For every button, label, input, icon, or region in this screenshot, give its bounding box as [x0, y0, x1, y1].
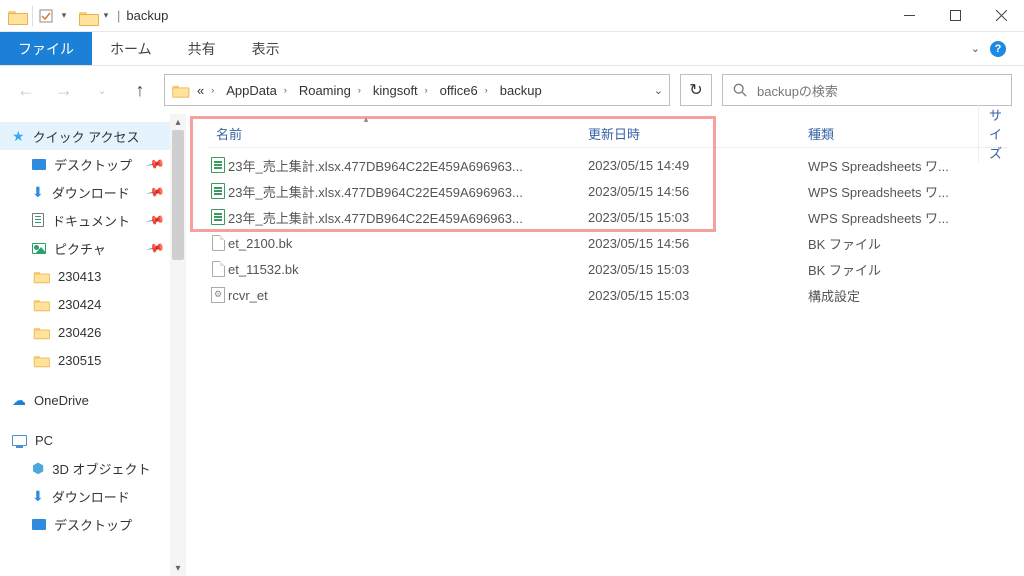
search-icon: [733, 83, 747, 97]
folder-icon: [34, 298, 48, 309]
sidebar-folder-1[interactable]: 230424: [0, 290, 185, 318]
window-folder-icon: [8, 9, 26, 23]
cfg-icon: [208, 287, 228, 303]
sidebar-desktop-2[interactable]: デスクトップ: [0, 510, 185, 538]
sidebar-pc[interactable]: PC: [0, 426, 185, 454]
file-name: et_11532.bk: [228, 262, 588, 277]
qat-dropdown-icon[interactable]: ▾: [59, 11, 69, 21]
breadcrumb-backup[interactable]: backup: [496, 83, 546, 98]
breadcrumb-roaming[interactable]: Roaming›: [295, 83, 365, 98]
file-type: BK ファイル: [808, 260, 978, 279]
nav-history-dropdown[interactable]: ⌄: [88, 76, 116, 104]
nav-back-button[interactable]: ←: [12, 76, 40, 104]
cloud-icon: ☁: [12, 392, 26, 409]
sidebar-3d-objects[interactable]: ⬢3D オブジェクト: [0, 454, 185, 482]
pin-icon: 📌: [145, 210, 165, 230]
sidebar-desktop[interactable]: デスクトップ📌: [0, 150, 185, 178]
ribbon: ファイル ホーム 共有 表示 ⌄ ?: [0, 32, 1024, 66]
ribbon-file-tab[interactable]: ファイル: [0, 32, 92, 65]
pin-icon: 📌: [145, 154, 165, 174]
ribbon-tab-home[interactable]: ホーム: [92, 32, 170, 65]
sidebar-pictures[interactable]: ピクチャ📌: [0, 234, 185, 262]
address-folder-icon: [172, 84, 187, 96]
file-name: rcvr_et: [228, 288, 588, 303]
nav-forward-button[interactable]: →: [50, 76, 78, 104]
window-title: backup: [126, 8, 168, 23]
search-box[interactable]: backupの検索: [722, 74, 1012, 106]
qat-divider: [32, 6, 33, 26]
sidebar-quick-access[interactable]: ★クイック アクセス: [0, 122, 185, 150]
pictures-icon: [32, 243, 46, 254]
file-type: WPS Spreadsheets ワ...: [808, 208, 978, 227]
file-date: 2023/05/15 15:03: [588, 262, 748, 277]
file-date: 2023/05/15 14:56: [588, 236, 748, 251]
refresh-button[interactable]: ↻: [680, 74, 712, 106]
file-type: 構成設定: [808, 286, 978, 305]
pin-icon: 📌: [145, 182, 165, 202]
documents-icon: [32, 213, 44, 227]
file-type: WPS Spreadsheets ワ...: [808, 156, 978, 175]
address-dropdown-icon[interactable]: ⌄: [654, 84, 663, 97]
downloads-icon: ⬇: [32, 488, 44, 505]
sidebar-folder-3[interactable]: 230515: [0, 346, 185, 374]
folder-icon: [34, 326, 48, 337]
file-row[interactable]: et_11532.bk2023/05/15 15:03 BK ファイル: [208, 256, 1008, 282]
file-row[interactable]: rcvr_et2023/05/15 15:03 構成設定: [208, 282, 1008, 308]
title-folder-icon: [79, 10, 95, 22]
address-bar[interactable]: «› AppData› Roaming› kingsoft› office6› …: [164, 74, 670, 106]
minimize-button[interactable]: [886, 0, 932, 31]
desktop-icon: [32, 159, 46, 170]
qat-customize[interactable]: ▾: [101, 11, 111, 21]
file-listing: ▴ 名前 更新日時 種類 サイズ 23年_売上集計.xlsx.477DB964C…: [186, 114, 1024, 576]
annotation-highlight: [190, 116, 716, 232]
breadcrumb-appdata[interactable]: AppData›: [222, 83, 291, 98]
scroll-thumb[interactable]: [172, 130, 184, 260]
sidebar-downloads-2[interactable]: ⬇ダウンロード: [0, 482, 185, 510]
ribbon-tab-share[interactable]: 共有: [170, 32, 234, 65]
sort-indicator-icon: ▴: [356, 114, 376, 122]
maximize-button[interactable]: [932, 0, 978, 31]
scroll-up-icon[interactable]: ▴: [170, 114, 186, 130]
sidebar-folder-0[interactable]: 230413: [0, 262, 185, 290]
breadcrumb-office6[interactable]: office6›: [436, 83, 492, 98]
file-type: WPS Spreadsheets ワ...: [808, 182, 978, 201]
file-icon: [208, 261, 228, 277]
breadcrumb-kingsoft[interactable]: kingsoft›: [369, 83, 432, 98]
nav-up-button[interactable]: ↑: [126, 76, 154, 104]
file-row[interactable]: et_2100.bk2023/05/15 14:56 BK ファイル: [208, 230, 1008, 256]
scroll-down-icon[interactable]: ▾: [170, 560, 186, 576]
star-icon: ★: [12, 128, 25, 145]
sidebar-folder-2[interactable]: 230426: [0, 318, 185, 346]
pc-icon: [12, 435, 27, 446]
folder-icon: [34, 270, 48, 281]
sidebar-onedrive[interactable]: ☁OneDrive: [0, 386, 185, 414]
close-button[interactable]: [978, 0, 1024, 31]
help-icon[interactable]: ?: [990, 41, 1006, 57]
sidebar-scrollbar[interactable]: ▴ ▾: [170, 114, 186, 576]
navbar: ← → ⌄ ↑ «› AppData› Roaming› kingsoft› o…: [0, 66, 1024, 114]
title-separator: |: [117, 8, 120, 23]
search-placeholder: backupの検索: [757, 81, 838, 100]
pin-icon: 📌: [145, 238, 165, 258]
file-type: BK ファイル: [808, 234, 978, 253]
column-type[interactable]: 種類: [808, 124, 978, 143]
sidebar: ★クイック アクセス デスクトップ📌 ⬇ダウンロード📌 ドキュメント📌 ピクチャ…: [0, 114, 186, 576]
cube-icon: ⬢: [32, 460, 44, 477]
desktop-icon: [32, 519, 46, 530]
folder-icon: [34, 354, 48, 365]
ribbon-tab-view[interactable]: 表示: [234, 32, 298, 65]
checkbox-icon[interactable]: [39, 9, 53, 23]
collapse-ribbon-icon[interactable]: ⌄: [971, 42, 980, 55]
breadcrumb-start[interactable]: «›: [193, 83, 218, 98]
file-date: 2023/05/15 15:03: [588, 288, 748, 303]
sidebar-documents[interactable]: ドキュメント📌: [0, 206, 185, 234]
titlebar: ▾ ▾ | backup: [0, 0, 1024, 32]
sidebar-downloads[interactable]: ⬇ダウンロード📌: [0, 178, 185, 206]
downloads-icon: ⬇: [32, 184, 44, 201]
column-size[interactable]: サイズ: [978, 105, 1008, 162]
file-icon: [208, 235, 228, 251]
file-name: et_2100.bk: [228, 236, 588, 251]
